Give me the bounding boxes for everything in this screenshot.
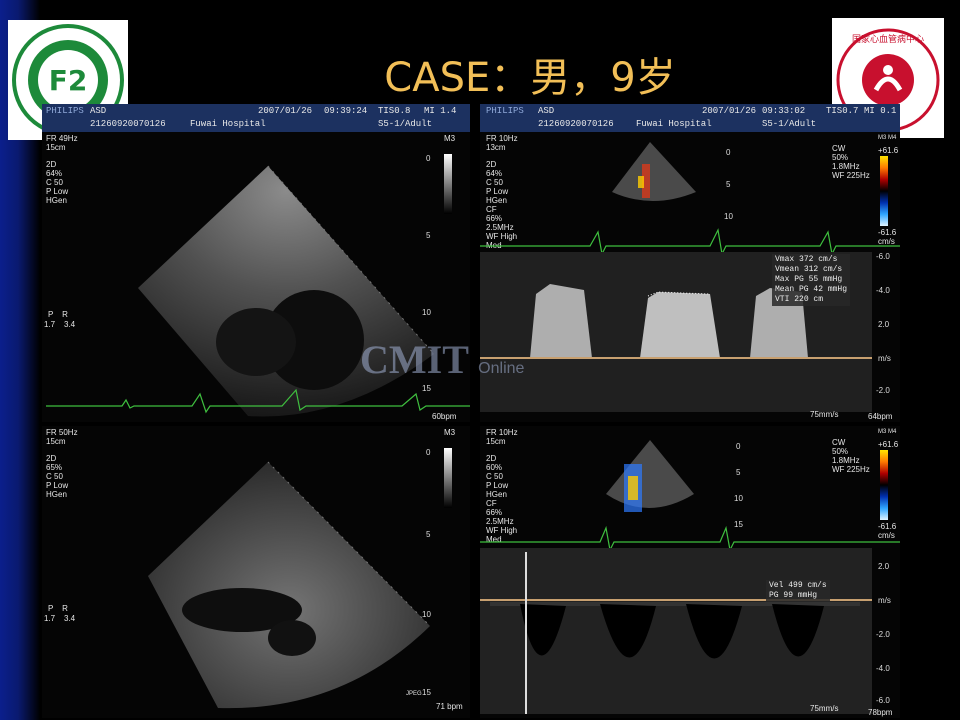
velocity-tick: 2.0 [878, 562, 890, 571]
grayscale-bar [444, 448, 452, 508]
heart-rate: 78bpm [868, 708, 893, 717]
heart-rate: 64bpm [868, 412, 893, 421]
slide-background: F2 国家心血管病中心 CASE：男，9岁 PHILIPS ASD 212609… [0, 0, 960, 720]
velocity-tick: -6.0 [876, 252, 890, 261]
mini-depth-tick: 5 [736, 468, 741, 477]
velocity-tick: -2.0 [876, 386, 890, 395]
doppler-spectrum [480, 440, 900, 714]
measurement-row: Vmax 372 cm/s [775, 255, 838, 264]
mini-depth-tick: 10 [734, 494, 743, 503]
velocity-tick: -4.0 [876, 664, 890, 673]
orientation-label: P R [48, 310, 68, 319]
sector-scan [148, 462, 430, 709]
ecg-trace [480, 525, 900, 552]
orientation-values: 1.7 3.4 [44, 614, 76, 623]
velocity-unit: m/s [878, 354, 891, 363]
depth-tick: 5 [426, 530, 431, 539]
velocity-unit: m/s [878, 596, 891, 605]
sweep-speed: 75mm/s [810, 410, 839, 419]
heart-rate: 60bpm [432, 412, 457, 421]
watermark: CMIT Online [360, 336, 524, 383]
depth-tick: 0 [426, 448, 431, 457]
velocity-tick: 2.0 [878, 320, 890, 329]
watermark-main: CMIT [360, 337, 469, 382]
doppler-panel-top-right: PHILIPS ASD 21260920070126 Fuwai Hospita… [480, 104, 900, 422]
measurement-row: Max PG 55 mmHg [775, 275, 843, 284]
orientation-label: P R [48, 604, 68, 613]
mini-depth-tick: 10 [724, 212, 733, 221]
image-format: JPEG [406, 691, 422, 697]
ecg-trace [480, 228, 900, 256]
velocity-tick: -2.0 [876, 630, 890, 639]
watermark-sub: Online [478, 360, 525, 377]
measurement-row: VTI 220 cm [775, 295, 824, 304]
svg-text:F2: F2 [49, 64, 88, 97]
grayscale-bar [444, 154, 452, 214]
measurement-box: Vel 499 cm/s PG 99 mmHg [766, 580, 830, 602]
mini-depth-tick: 0 [726, 148, 731, 157]
depth-tick: 10 [422, 308, 431, 317]
echo-2d-image [148, 461, 431, 709]
depth-tick: 10 [422, 610, 431, 619]
mini-depth-tick: 5 [726, 180, 731, 189]
doppler-panel-bottom-right: FR 10Hz 15cm 2D 60% C 50 P Low HGen CF 6… [480, 426, 900, 718]
mini-depth-tick: 0 [736, 442, 741, 451]
measurement-box: Vmax 372 cm/s Vmean 312 cm/s Max PG 55 m… [772, 254, 851, 306]
depth-tick: 15 [422, 384, 431, 393]
mini-depth-tick: 15 [734, 520, 743, 529]
measurement-row: Mean PG 42 mmHg [775, 285, 848, 294]
measurement-row: Vel 499 cm/s [769, 581, 827, 590]
echo-panel-bottom-left: FR 50Hz 15cm 2D 65% C 50 P Low HGen M3 0… [42, 426, 470, 718]
svg-text:国家心血管病中心: 国家心血管病中心 [852, 33, 924, 45]
velocity-tick: -6.0 [876, 696, 890, 705]
velocity-tick: -4.0 [876, 286, 890, 295]
sweep-speed: 75mm/s [810, 704, 839, 713]
depth-tick: 0 [426, 154, 431, 163]
depth-tick: 15 [422, 688, 431, 697]
heart-rate: 71 bpm [436, 702, 463, 711]
slide-title: CASE：男，9岁 [384, 55, 676, 101]
orientation-values: 1.7 3.4 [44, 320, 76, 329]
measurement-row: PG 99 mmHg [769, 591, 818, 600]
depth-tick: 5 [426, 231, 431, 240]
cardiac-chamber-2 [216, 308, 296, 376]
measurement-row: Vmean 312 cm/s [775, 265, 843, 274]
